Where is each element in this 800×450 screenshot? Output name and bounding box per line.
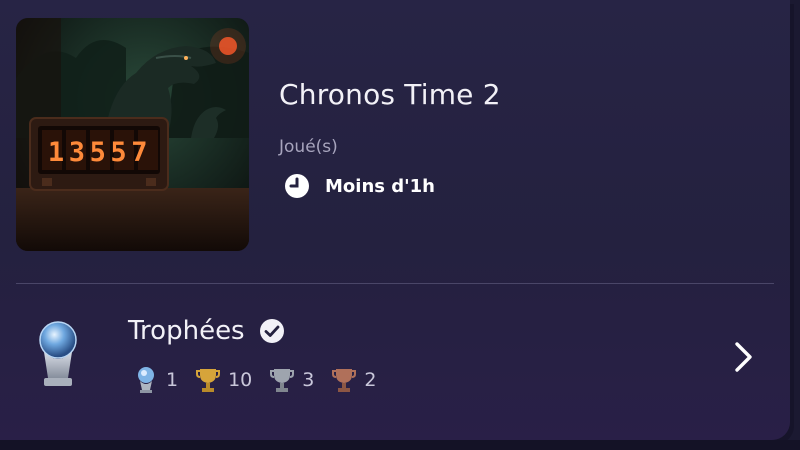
cover-counter: 13557 bbox=[48, 137, 152, 168]
gold-count-value: 10 bbox=[228, 369, 253, 391]
game-cover-art[interactable]: 13557 bbox=[16, 18, 249, 251]
gold-count: 10 bbox=[196, 366, 252, 394]
section-divider bbox=[16, 283, 774, 284]
gold-trophy-icon bbox=[196, 369, 221, 392]
trophies-title: Trophées bbox=[128, 316, 245, 346]
silver-count: 3 bbox=[270, 366, 314, 394]
platinum-count-value: 1 bbox=[166, 369, 179, 391]
bronze-count-value: 2 bbox=[364, 369, 377, 391]
silver-trophy-icon bbox=[270, 369, 295, 392]
platinum-trophy-icon bbox=[39, 321, 77, 386]
playtime-value: Moins d'1h bbox=[325, 175, 435, 197]
silver-count-value: 3 bbox=[302, 369, 315, 391]
clock-icon bbox=[285, 174, 309, 198]
playtime-row: Moins d'1h bbox=[283, 172, 435, 200]
trophies-row[interactable]: Trophées 1 10 3 2 bbox=[16, 300, 774, 420]
chevron-right-icon[interactable] bbox=[732, 340, 756, 374]
trophy-counts: 1 10 3 2 bbox=[134, 366, 394, 394]
bottom-edge bbox=[0, 440, 800, 450]
bronze-trophy-icon bbox=[332, 369, 357, 392]
trophies-title-row: Trophées bbox=[128, 316, 285, 346]
played-label: Joué(s) bbox=[279, 137, 338, 157]
bronze-count: 2 bbox=[332, 366, 376, 394]
game-card: 13557 Chronos Time 2 Joué(s) Moins d'1h bbox=[0, 0, 790, 440]
game-title: Chronos Time 2 bbox=[279, 78, 501, 111]
platinum-count: 1 bbox=[134, 366, 178, 394]
verified-check-icon bbox=[259, 319, 284, 343]
platinum-trophy-icon bbox=[138, 367, 154, 393]
